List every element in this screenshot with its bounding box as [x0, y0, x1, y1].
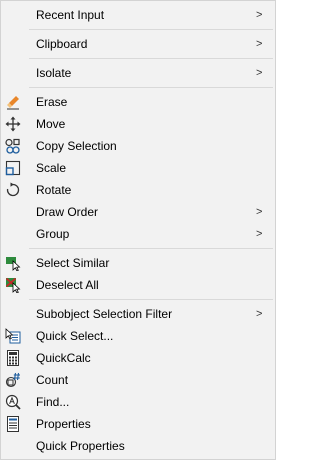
menu-item-label: Quick Properties	[36, 439, 125, 453]
chevron-right-icon: >	[256, 9, 263, 21]
select-similar-icon	[5, 255, 21, 272]
eraser-icon	[5, 94, 21, 110]
menu-item-label: Properties	[36, 417, 91, 431]
menu-separator	[29, 87, 273, 88]
menu-item-copy-selection[interactable]: Copy Selection	[1, 135, 275, 157]
copy-objects-icon	[5, 138, 21, 154]
menu-item-rotate[interactable]: Rotate	[1, 179, 275, 201]
menu-item-find[interactable]: Find...	[1, 391, 275, 413]
menu-item-label: Recent Input	[36, 8, 105, 22]
menu-item-deselect-all[interactable]: Deselect All	[1, 274, 275, 296]
quick-select-icon	[5, 328, 21, 344]
menu-item-label: Draw Order	[36, 205, 99, 219]
menu-item-move[interactable]: Move	[1, 113, 275, 135]
move-arrows-icon	[5, 116, 21, 132]
menu-item-isolate[interactable]: Isolate >	[1, 62, 275, 84]
menu-item-label: Copy Selection	[36, 139, 117, 153]
menu-item-label: Erase	[36, 95, 68, 109]
menu-item-quickcalc[interactable]: QuickCalc	[1, 347, 275, 369]
menu-item-count[interactable]: Count	[1, 369, 275, 391]
menu-item-label: Clipboard	[36, 37, 88, 51]
menu-item-label: Move	[36, 117, 66, 131]
menu-separator	[29, 58, 273, 59]
menu-item-group[interactable]: Group >	[1, 223, 275, 245]
properties-icon	[5, 416, 21, 432]
menu-item-label: Find...	[36, 395, 70, 409]
chevron-right-icon: >	[256, 67, 263, 79]
menu-item-properties[interactable]: Properties	[1, 413, 275, 435]
chevron-right-icon: >	[256, 38, 263, 50]
menu-item-clipboard[interactable]: Clipboard >	[1, 33, 275, 55]
rotate-icon	[5, 182, 21, 198]
menu-item-label: Isolate	[36, 66, 72, 80]
menu-item-quick-properties[interactable]: Quick Properties	[1, 435, 275, 457]
menu-separator	[29, 248, 273, 249]
deselect-all-icon	[5, 277, 21, 294]
context-menu: Recent Input > Clipboard > Isolate > Era…	[0, 0, 276, 460]
menu-separator	[29, 299, 273, 300]
chevron-right-icon: >	[256, 308, 263, 320]
menu-item-subobject-selection-filter[interactable]: Subobject Selection Filter >	[1, 303, 275, 325]
menu-item-label: Rotate	[36, 183, 72, 197]
menu-item-scale[interactable]: Scale	[1, 157, 275, 179]
menu-item-recent-input[interactable]: Recent Input >	[1, 4, 275, 26]
calculator-icon	[5, 350, 21, 366]
menu-item-label: Subobject Selection Filter	[36, 307, 173, 321]
menu-item-label: Select Similar	[36, 256, 110, 270]
menu-item-label: QuickCalc	[36, 351, 91, 365]
count-icon	[5, 372, 21, 388]
chevron-right-icon: >	[256, 228, 263, 240]
menu-separator	[29, 29, 273, 30]
menu-item-label: Deselect All	[36, 278, 99, 292]
menu-item-label: Scale	[36, 161, 67, 175]
menu-item-select-similar[interactable]: Select Similar	[1, 252, 275, 274]
chevron-right-icon: >	[256, 206, 263, 218]
scale-icon	[5, 160, 21, 176]
menu-item-quick-select[interactable]: Quick Select...	[1, 325, 275, 347]
menu-item-label: Group	[36, 227, 70, 241]
menu-item-erase[interactable]: Erase	[1, 91, 275, 113]
find-text-icon	[5, 394, 21, 410]
menu-item-label: Count	[36, 373, 69, 387]
menu-item-label: Quick Select...	[36, 329, 114, 343]
menu-item-draw-order[interactable]: Draw Order >	[1, 201, 275, 223]
